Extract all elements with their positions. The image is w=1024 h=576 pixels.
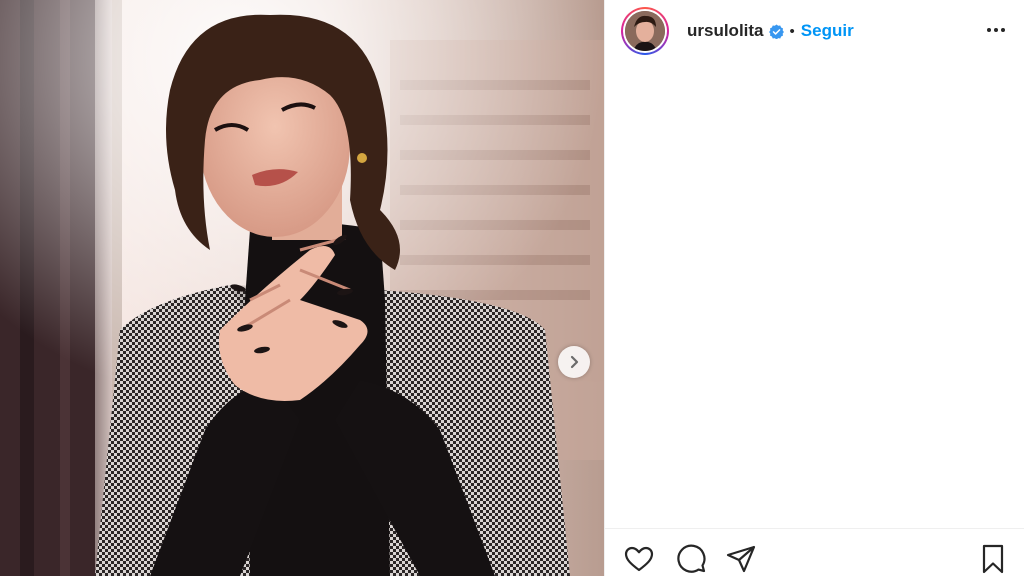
username-link[interactable]: ursulolita: [687, 21, 764, 41]
more-options-icon: [987, 28, 1005, 32]
portrait-photo: [0, 0, 604, 576]
separator-dot: •: [789, 22, 795, 40]
follow-button[interactable]: Seguir: [801, 21, 854, 41]
post-image[interactable]: [0, 0, 604, 576]
bookmark-icon[interactable]: [977, 543, 1009, 575]
story-ring[interactable]: [621, 7, 669, 55]
action-bar: [605, 528, 1024, 576]
chevron-right-icon: [570, 355, 579, 369]
paper-plane-icon[interactable]: [725, 543, 757, 575]
avatar: [625, 11, 665, 51]
instagram-post: ursulolita • Seguir: [0, 0, 1024, 576]
comment-icon[interactable]: [675, 543, 707, 575]
verified-badge-icon: [768, 23, 784, 39]
post-header: ursulolita • Seguir: [605, 0, 1024, 62]
heart-icon[interactable]: [623, 543, 655, 575]
post-side-panel: ursulolita • Seguir: [604, 0, 1024, 576]
next-image-button[interactable]: [558, 346, 590, 378]
avatar-image: [625, 11, 665, 51]
more-options-button[interactable]: [984, 20, 1008, 40]
